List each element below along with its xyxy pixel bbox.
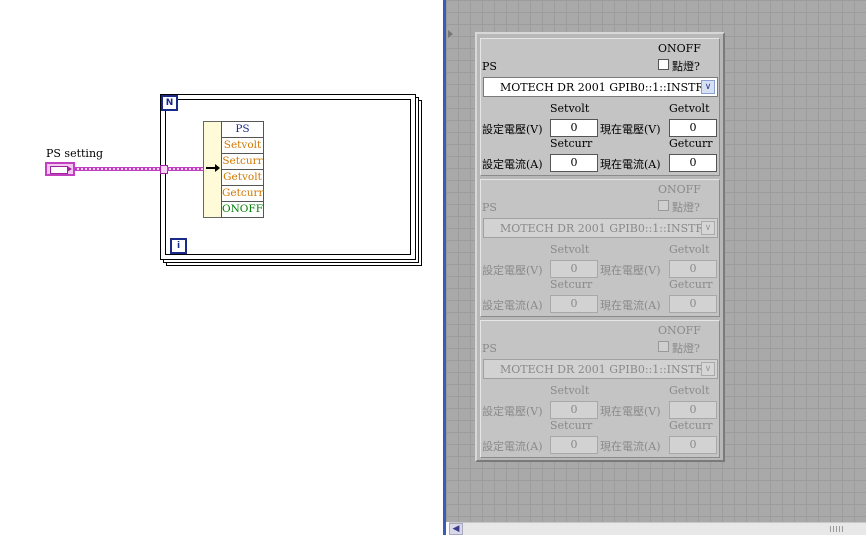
set-current-label: 設定電流(A) xyxy=(482,440,543,453)
chevron-down-icon: ∨ xyxy=(701,362,715,376)
get-current-input[interactable]: 0 xyxy=(669,154,717,172)
set-current-input: 0 xyxy=(550,436,598,454)
ps-resource-value: MOTECH DR 2001 GPIB0::1::INSTR xyxy=(500,81,704,94)
onoff-label: ONOFF xyxy=(658,183,701,196)
setcurr-caption: Setcurr xyxy=(550,278,593,291)
setcurr-caption: Setcurr xyxy=(550,419,593,432)
panel-marker-icon xyxy=(448,30,453,38)
set-voltage-input[interactable]: 0 xyxy=(550,119,598,137)
chevron-down-icon[interactable]: ∨ xyxy=(701,80,715,94)
checkbox-label: 點燈? xyxy=(672,201,700,214)
horizontal-scrollbar[interactable]: ◀ xyxy=(449,522,866,535)
ps-label: PS xyxy=(482,60,497,73)
cluster-wire[interactable] xyxy=(75,167,160,171)
getcurr-caption: Getcurr xyxy=(669,278,713,291)
unbundle-item-ps[interactable]: PS xyxy=(222,122,263,138)
get-voltage-input[interactable]: 0 xyxy=(669,119,717,137)
loop-count-terminal[interactable]: N xyxy=(161,95,178,111)
checkbox-label: 點燈? xyxy=(672,342,700,355)
unbundle-item-setvolt[interactable]: Setvolt xyxy=(222,138,263,154)
set-voltage-input: 0 xyxy=(550,401,598,419)
set-current-label: 設定電流(A) xyxy=(482,299,543,312)
get-current-input: 0 xyxy=(669,436,717,454)
getvolt-caption: Getvolt xyxy=(669,102,710,115)
ps-resource-value: MOTECH DR 2001 GPIB0::1::INSTR xyxy=(500,222,704,235)
ps-label: PS xyxy=(482,201,497,214)
get-voltage-label: 現在電壓(V) xyxy=(600,405,661,418)
ps-setting-element-2: ONOFF 點燈? PS MOTECH DR 2001 GPIB0::1::IN… xyxy=(480,320,720,458)
arrow-left-icon[interactable]: ◀ xyxy=(449,523,463,535)
onoff-checkbox[interactable] xyxy=(658,59,669,70)
set-current-input[interactable]: 0 xyxy=(550,154,598,172)
inner-cluster-wire[interactable] xyxy=(167,167,203,171)
get-current-input: 0 xyxy=(669,295,717,313)
unbundle-arrowhead-icon xyxy=(215,164,220,172)
get-current-label: 現在電流(A) xyxy=(600,440,661,453)
unbundle-item-setcurr[interactable]: Setcurr xyxy=(222,154,263,170)
set-current-label: 設定電流(A) xyxy=(482,158,543,171)
for-loop-inner-frame xyxy=(165,99,411,255)
set-voltage-label: 設定電壓(V) xyxy=(482,405,543,418)
setcurr-caption: Setcurr xyxy=(550,137,593,150)
onoff-checkbox xyxy=(658,200,669,211)
unbundle-by-name-node[interactable] xyxy=(203,121,223,218)
ps-setting-terminal[interactable] xyxy=(45,162,75,176)
block-diagram: PS setting N i PS Setvolt Setcurr Getvol… xyxy=(0,0,443,535)
iteration-terminal[interactable]: i xyxy=(170,238,187,254)
ps-setting-element-1: ONOFF 點燈? PS MOTECH DR 2001 GPIB0::1::IN… xyxy=(480,179,720,317)
onoff-label: ONOFF xyxy=(658,42,701,55)
setvolt-caption: Setvolt xyxy=(550,243,590,256)
unbundle-item-getcurr[interactable]: Getcurr xyxy=(222,186,264,202)
set-current-input: 0 xyxy=(550,295,598,313)
getcurr-caption: Getcurr xyxy=(669,419,713,432)
ps-setting-label: PS setting xyxy=(46,147,104,160)
getvolt-caption: Getvolt xyxy=(669,384,710,397)
ps-resource-select: MOTECH DR 2001 GPIB0::1::INSTR ∨ xyxy=(483,359,718,379)
chevron-down-icon: ∨ xyxy=(701,221,715,235)
onoff-checkbox xyxy=(658,341,669,352)
getvolt-caption: Getvolt xyxy=(669,243,710,256)
ps-resource-select: MOTECH DR 2001 GPIB0::1::INSTR ∨ xyxy=(483,218,718,238)
set-voltage-input: 0 xyxy=(550,260,598,278)
unbundle-item-onoff[interactable]: ONOFF xyxy=(222,202,263,217)
ps-resource-value: MOTECH DR 2001 GPIB0::1::INSTR xyxy=(500,363,704,376)
get-voltage-label: 現在電壓(V) xyxy=(600,123,661,136)
unbundle-item-getvolt[interactable]: Getvolt xyxy=(222,170,263,186)
get-current-label: 現在電流(A) xyxy=(600,299,661,312)
terminal-arrow-icon xyxy=(67,166,72,172)
ps-resource-select[interactable]: MOTECH DR 2001 GPIB0::1::INSTR ∨ xyxy=(483,77,718,97)
set-voltage-label: 設定電壓(V) xyxy=(482,264,543,277)
setvolt-caption: Setvolt xyxy=(550,102,590,115)
checkbox-label: 點燈? xyxy=(672,60,700,73)
unbundle-element-list: PS Setvolt Setcurr Getvolt Getcurr ONOFF xyxy=(221,121,264,218)
onoff-label: ONOFF xyxy=(658,324,701,337)
get-voltage-input: 0 xyxy=(669,401,717,419)
get-voltage-input: 0 xyxy=(669,260,717,278)
get-current-label: 現在電流(A) xyxy=(600,158,661,171)
set-voltage-label: 設定電壓(V) xyxy=(482,123,543,136)
getcurr-caption: Getcurr xyxy=(669,137,713,150)
scroll-grip-icon[interactable] xyxy=(830,526,844,532)
get-voltage-label: 現在電壓(V) xyxy=(600,264,661,277)
ps-setting-element-0: ONOFF 點燈? PS MOTECH DR 2001 GPIB0::1::IN… xyxy=(480,38,720,176)
cluster-icon xyxy=(50,166,68,174)
ps-label: PS xyxy=(482,342,497,355)
setvolt-caption: Setvolt xyxy=(550,384,590,397)
